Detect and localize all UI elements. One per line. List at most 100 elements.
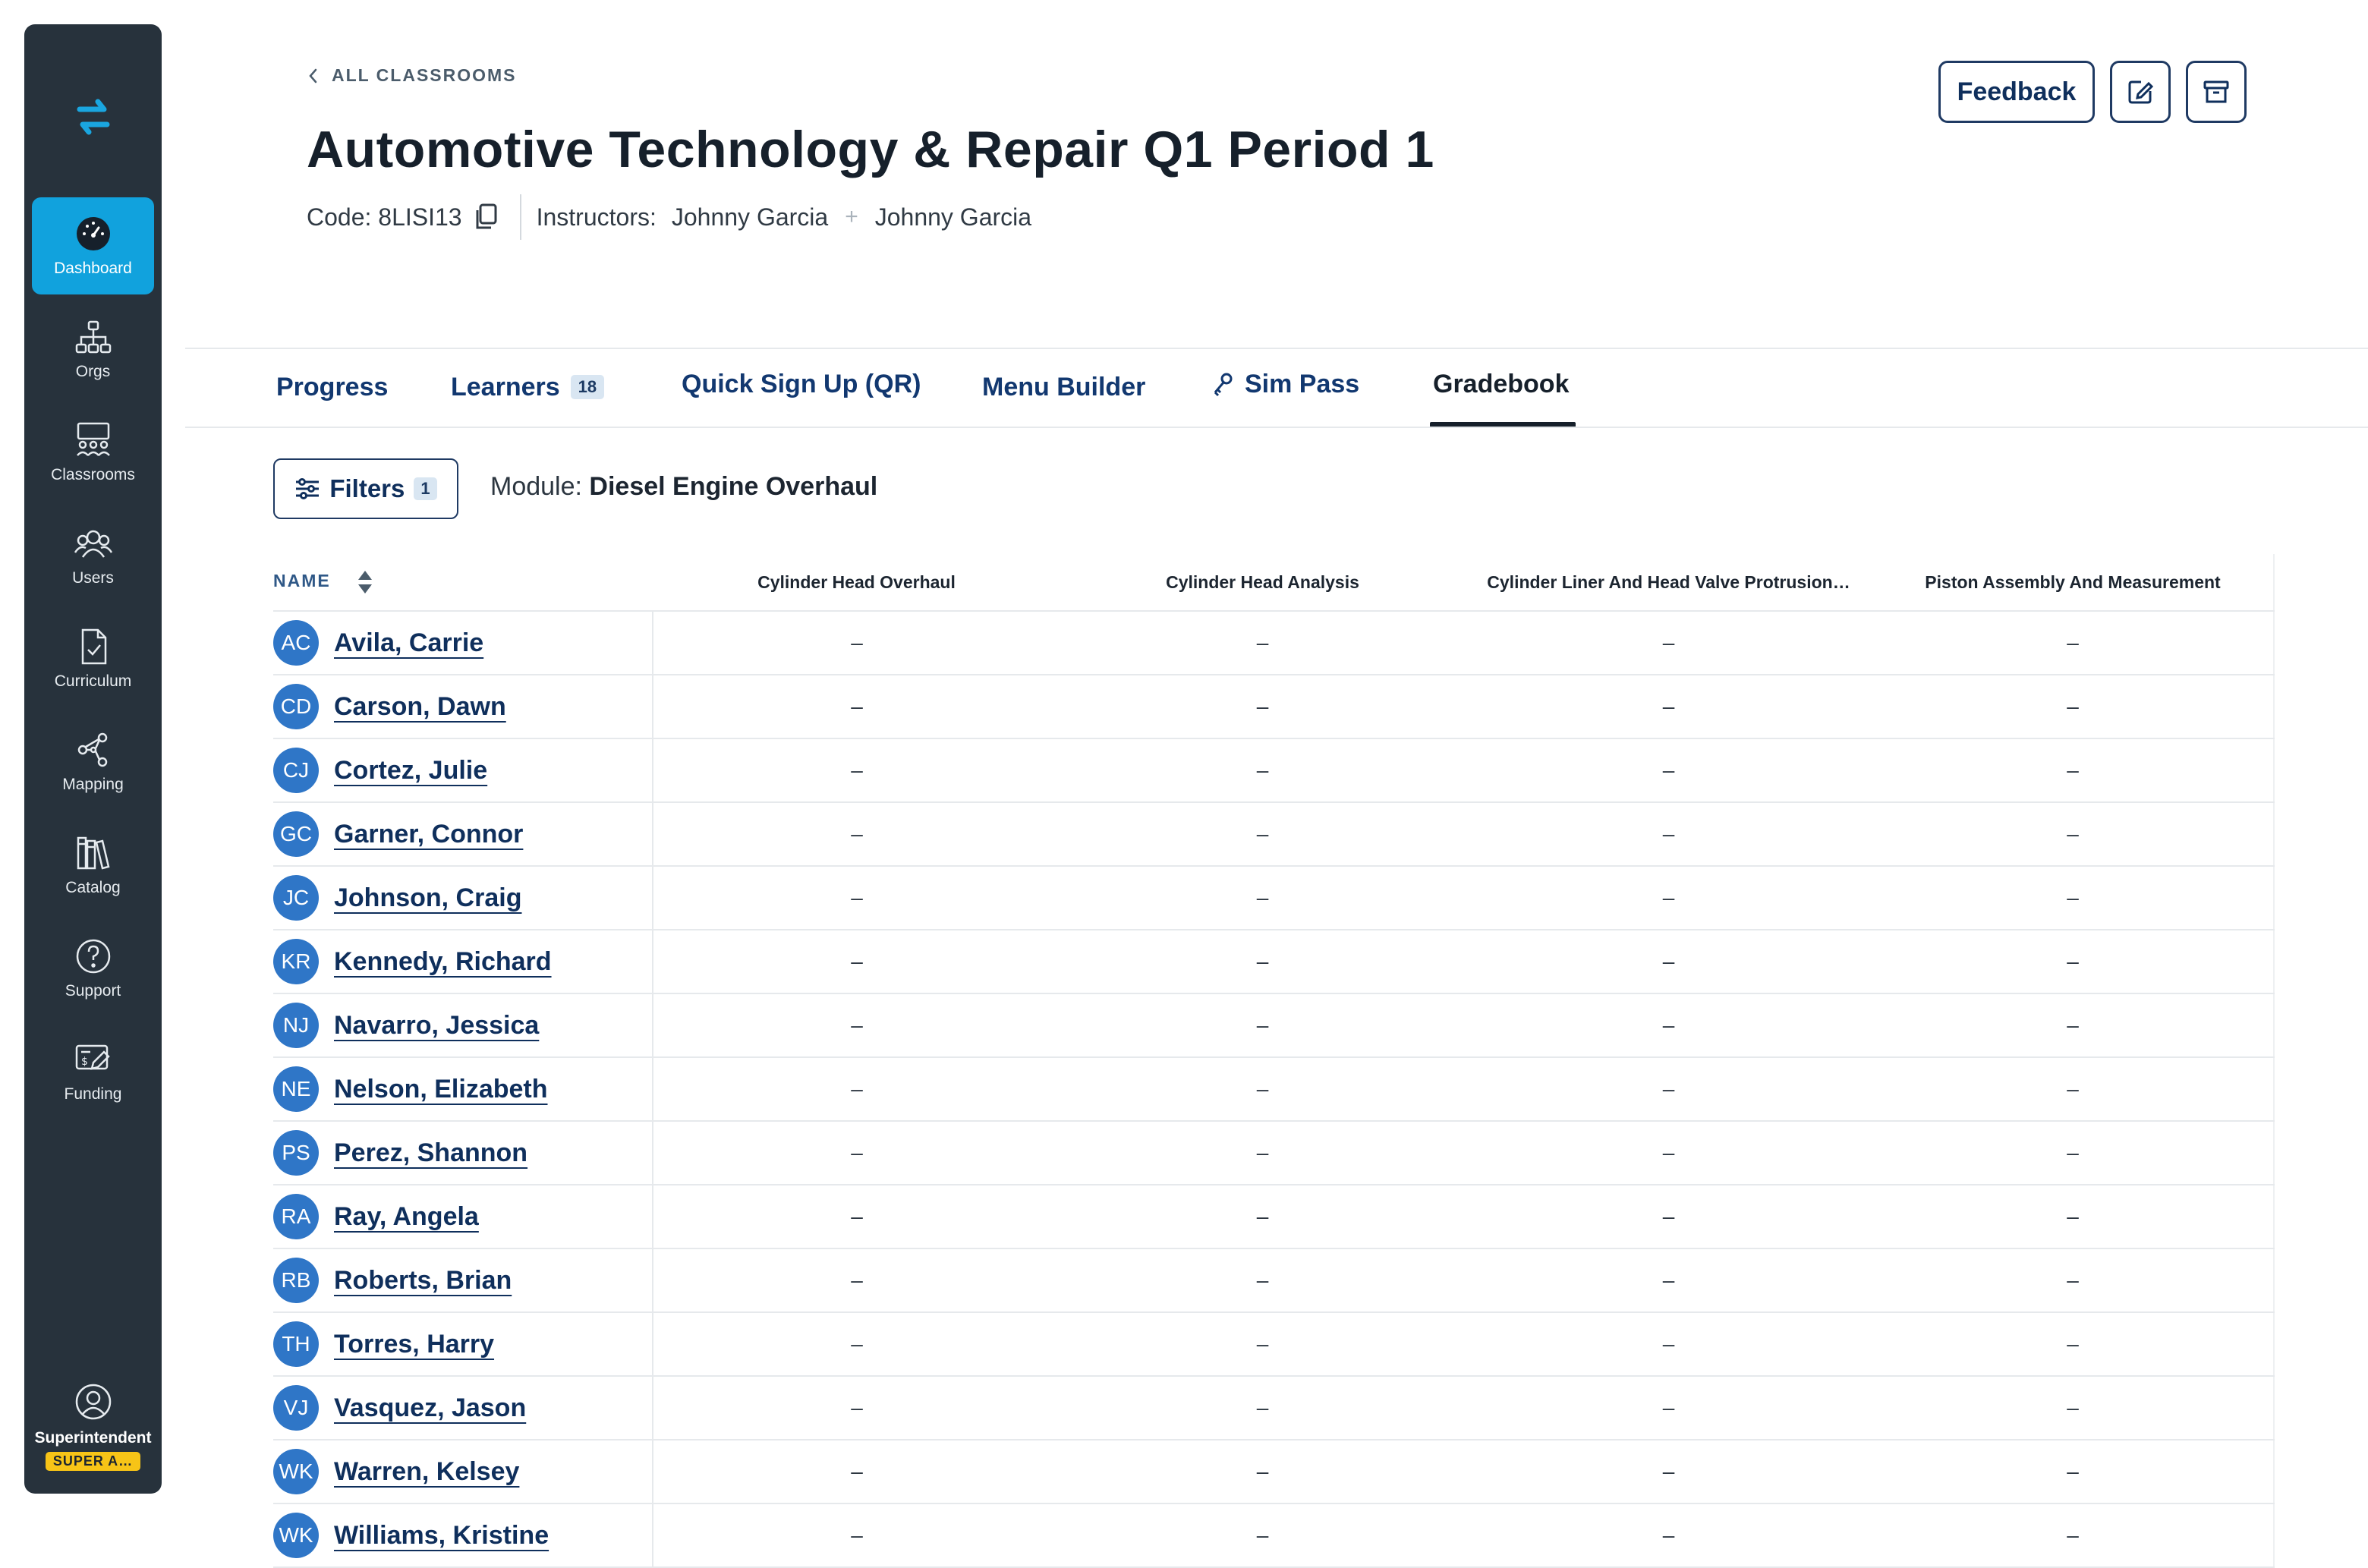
learner-name-link[interactable]: Roberts, Brian <box>334 1266 512 1296</box>
grade-cell: – <box>1060 1440 1465 1504</box>
edit-button[interactable] <box>2110 61 2171 123</box>
tab-gradebook[interactable]: Gradebook <box>1433 360 1569 408</box>
avatar: CJ <box>273 748 319 793</box>
filters-button[interactable]: Filters 1 <box>273 458 458 519</box>
avatar: VJ <box>273 1385 319 1431</box>
header-actions: Feedback <box>1938 61 2247 123</box>
curriculum-file-check-icon <box>81 628 106 665</box>
learner-name-link[interactable]: Cortez, Julie <box>334 756 487 786</box>
user-avatar-icon <box>75 1384 111 1420</box>
user-profile[interactable]: Superintendent SUPER A… <box>24 1382 162 1471</box>
learner-name-link[interactable]: Nelson, Elizabeth <box>334 1075 548 1104</box>
grade-cell: – <box>1872 993 2275 1058</box>
learner-name-link[interactable]: Perez, Shannon <box>334 1138 527 1168</box>
grade-cell: – <box>1465 1503 1872 1568</box>
sidebar-item-support[interactable]: Support <box>32 920 154 1017</box>
learner-name-cell: CD Carson, Dawn <box>273 675 653 739</box>
grade-cell: – <box>1060 1312 1465 1377</box>
learner-count-badge: 18 <box>570 375 605 399</box>
sort-icon[interactable] <box>357 569 373 595</box>
sidebar-item-label: Support <box>65 982 121 1000</box>
learner-name-cell: AC Avila, Carrie <box>273 611 653 675</box>
sidebar-item-label: Mapping <box>62 776 124 793</box>
funding-dollar-icon: $ <box>75 1044 110 1070</box>
learner-name-cell: NJ Navarro, Jessica <box>273 993 653 1058</box>
learner-name-link[interactable]: Ray, Angela <box>334 1202 479 1232</box>
sidebar-item-classrooms[interactable]: Classrooms <box>32 404 154 501</box>
grade-cell: – <box>1465 993 1872 1058</box>
learner-name-cell: PS Perez, Shannon <box>273 1121 653 1185</box>
tab-progress[interactable]: Progress <box>276 363 388 411</box>
grade-cell: – <box>1465 1057 1872 1122</box>
learner-name-link[interactable]: Navarro, Jessica <box>334 1011 539 1041</box>
app-logo-icon[interactable] <box>24 93 162 146</box>
sidebar: Dashboard Orgs Classrooms Users Curricul… <box>24 24 162 1494</box>
table-row: VJ Vasquez, Jason – – – – <box>273 1376 2275 1440</box>
tab-quick-sign-up[interactable]: Quick Sign Up (QR) <box>682 360 921 408</box>
sliders-icon <box>296 478 320 499</box>
learner-name-link[interactable]: Johnson, Craig <box>334 883 521 913</box>
tab-menu-builder[interactable]: Menu Builder <box>982 363 1145 411</box>
learner-name-cell: KR Kennedy, Richard <box>273 930 653 994</box>
table-row: CJ Cortez, Julie – – – – <box>273 738 2275 803</box>
learner-name-link[interactable]: Garner, Connor <box>334 820 523 849</box>
table-row: GC Garner, Connor – – – – <box>273 802 2275 867</box>
column-header: Piston Assembly And Measurement <box>1872 554 2275 612</box>
table-row: PS Perez, Shannon – – – – <box>273 1121 2275 1185</box>
sidebar-item-users[interactable]: Users <box>32 507 154 604</box>
back-to-classrooms-link[interactable]: ALL CLASSROOMS <box>307 65 517 86</box>
profile-name: Superintendent <box>34 1429 152 1447</box>
grade-cell: – <box>653 611 1060 675</box>
copy-icon[interactable] <box>473 203 499 231</box>
learner-name-wrap: CD Carson, Dawn <box>273 684 651 729</box>
learner-name-wrap: AC Avila, Carrie <box>273 620 651 666</box>
table-row: JC Johnson, Craig – – – – <box>273 866 2275 930</box>
learner-name-link[interactable]: Kennedy, Richard <box>334 947 552 977</box>
name-column-header[interactable]: NAME <box>273 554 653 612</box>
learner-name-wrap: RB Roberts, Brian <box>273 1258 651 1303</box>
meta-divider <box>519 194 521 240</box>
grade-cell: – <box>1060 1121 1465 1185</box>
learner-name-cell: WK Warren, Kelsey <box>273 1440 653 1504</box>
avatar: JC <box>273 875 319 921</box>
feedback-button[interactable]: Feedback <box>1938 61 2095 123</box>
tab-learners[interactable]: Learners 18 <box>451 363 605 411</box>
grade-cell: – <box>653 1376 1060 1440</box>
grade-cell: – <box>1872 866 2275 930</box>
grade-cell: – <box>1060 611 1465 675</box>
grade-cell: – <box>1465 1376 1872 1440</box>
table-row: CD Carson, Dawn – – – – <box>273 675 2275 739</box>
learner-name-wrap: GC Garner, Connor <box>273 811 651 857</box>
learner-name-link[interactable]: Vasquez, Jason <box>334 1393 526 1423</box>
learner-name-link[interactable]: Avila, Carrie <box>334 628 483 658</box>
tab-sim-pass[interactable]: Sim Pass <box>1211 360 1359 408</box>
sidebar-item-catalog[interactable]: Catalog <box>32 817 154 914</box>
sidebar-item-funding[interactable]: $ Funding <box>32 1023 154 1120</box>
sidebar-item-curriculum[interactable]: Curriculum <box>32 610 154 707</box>
table-row: RB Roberts, Brian – – – – <box>273 1248 2275 1313</box>
learner-name-cell: RA Ray, Angela <box>273 1185 653 1249</box>
edit-pencil-icon <box>2128 80 2154 104</box>
grade-cell: – <box>1872 1312 2275 1377</box>
archive-button[interactable] <box>2186 61 2247 123</box>
sidebar-item-mapping[interactable]: Mapping <box>32 713 154 811</box>
grade-cell: – <box>1872 1503 2275 1568</box>
users-icon <box>74 530 112 558</box>
learner-name-link[interactable]: Carson, Dawn <box>334 692 506 722</box>
sidebar-item-orgs[interactable]: Orgs <box>32 301 154 398</box>
grade-cell: – <box>1872 930 2275 994</box>
learner-name-link[interactable]: Torres, Harry <box>334 1330 494 1359</box>
grade-cell: – <box>1465 866 1872 930</box>
sidebar-item-label: Funding <box>64 1085 122 1103</box>
sidebar-item-dashboard[interactable]: Dashboard <box>32 197 154 294</box>
table-row: TH Torres, Harry – – – – <box>273 1312 2275 1377</box>
grade-cell: – <box>653 1057 1060 1122</box>
column-header: Cylinder Head Analysis <box>1060 554 1465 612</box>
grade-cell: – <box>1465 930 1872 994</box>
avatar: PS <box>273 1130 319 1176</box>
learner-name-link[interactable]: Warren, Kelsey <box>334 1457 519 1487</box>
learner-name-link[interactable]: Williams, Kristine <box>334 1521 549 1551</box>
avatar: AC <box>273 620 319 666</box>
chevron-left-icon <box>309 68 317 83</box>
grade-cell: – <box>1060 1185 1465 1249</box>
